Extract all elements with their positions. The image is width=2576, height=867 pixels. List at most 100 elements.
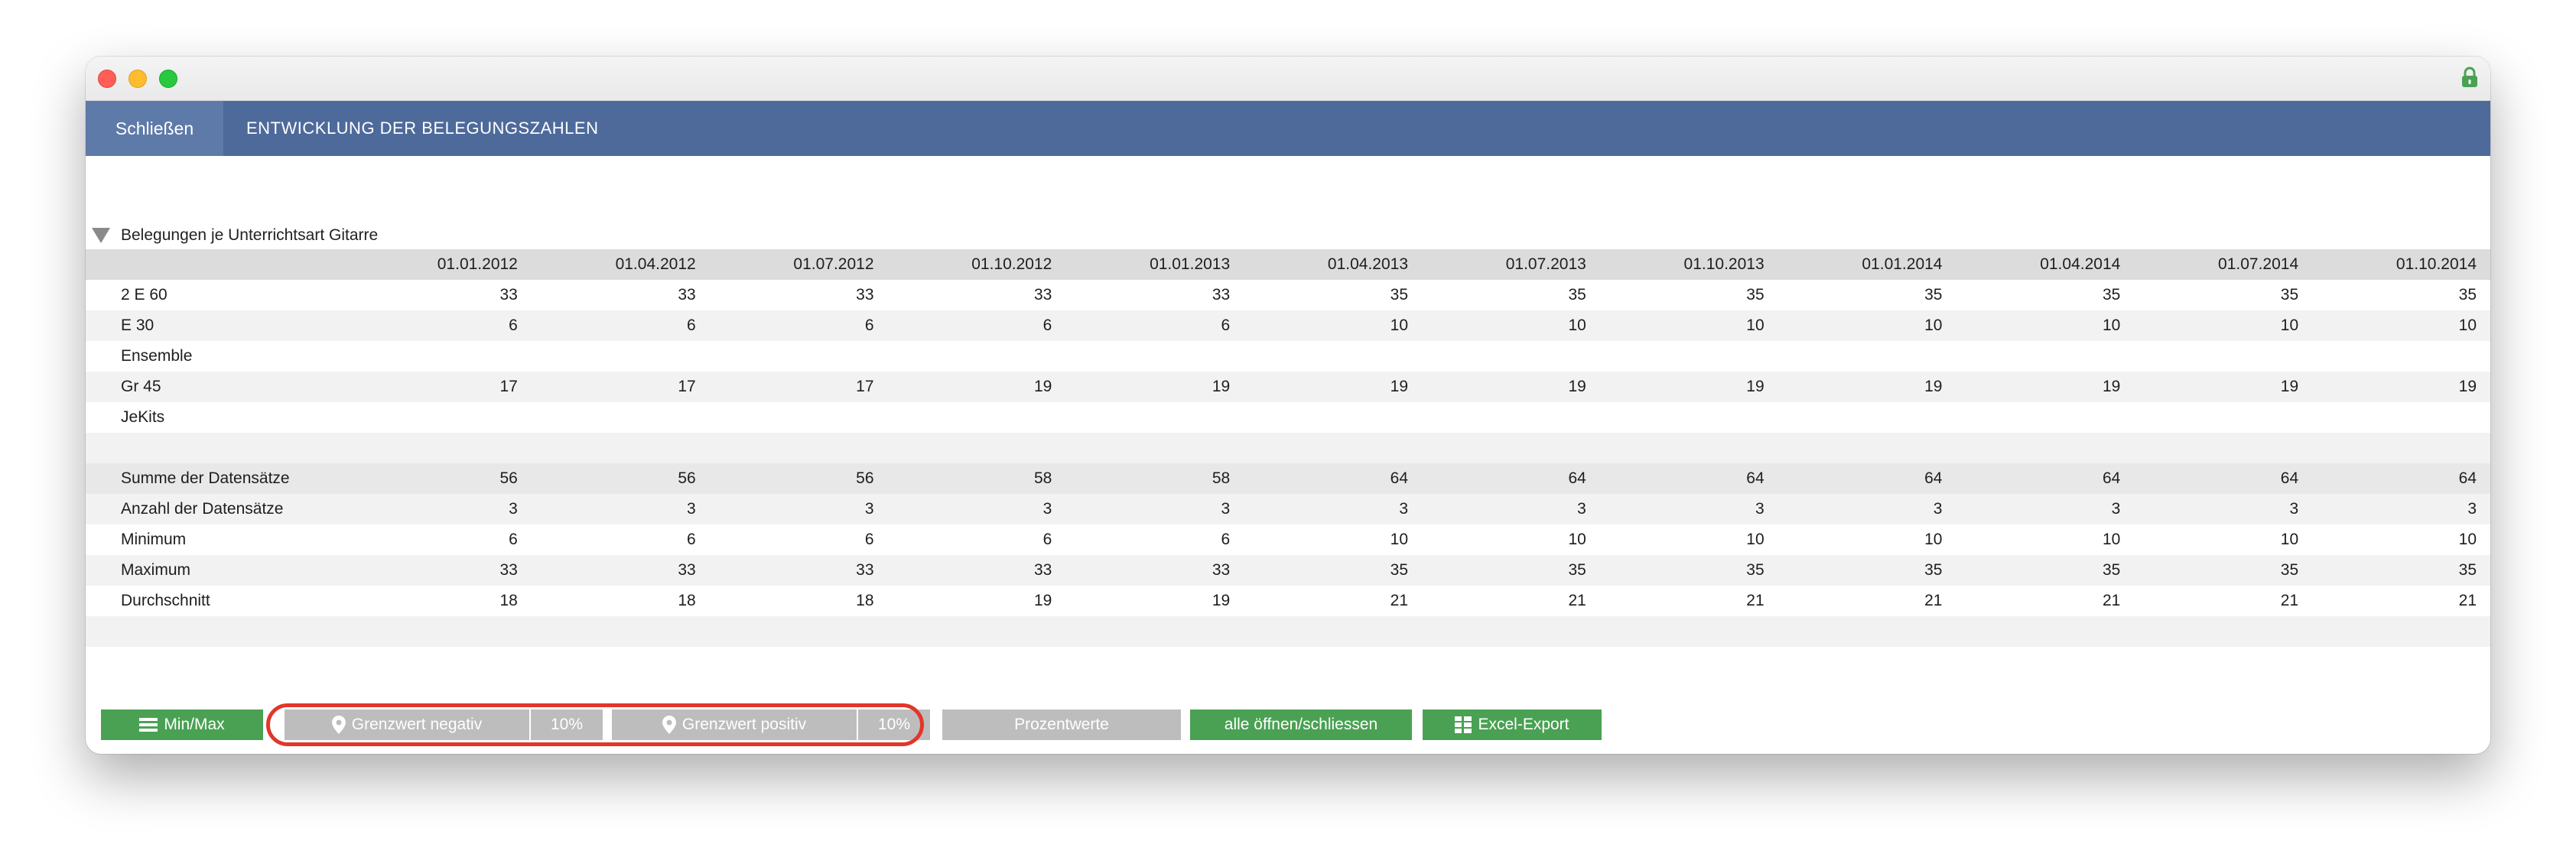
table-row: Summe der Datensätze 56 56 56 58 58 64 64 64 64 64… <box>86 463 2490 494</box>
section-header[interactable]: Belegungen je Unterrichtsart Gitarre <box>92 222 378 249</box>
table-cell: 58 <box>1065 463 1244 494</box>
column-header[interactable]: 01.04.2013 <box>1244 249 1422 280</box>
table-cell <box>1599 402 1778 433</box>
column-header[interactable]: 01.01.2014 <box>1778 249 1956 280</box>
table-row: Maximum 33 33 33 33 33 35 35 35 35 35 35 35 <box>86 555 2490 586</box>
row-label: 2 E 60 <box>86 280 354 310</box>
table-cell: 19 <box>1244 372 1422 402</box>
row-label: Ensemble <box>86 341 354 372</box>
close-button[interactable]: Schließen <box>86 101 223 156</box>
table-cell: 10 <box>2134 524 2313 555</box>
table-cell: 17 <box>353 372 532 402</box>
table-cell: 58 <box>887 463 1066 494</box>
table-cell <box>1778 433 1956 463</box>
section-title: Belegungen je Unterrichtsart Gitarre <box>121 226 379 244</box>
table-cell: 10 <box>2312 310 2490 341</box>
table-cell: 6 <box>709 310 888 341</box>
threshold-positive-button[interactable]: Grenzwert positiv <box>612 710 857 740</box>
table-cell: 6 <box>709 524 888 555</box>
table-cell: 56 <box>531 463 710 494</box>
table-cell <box>1065 402 1244 433</box>
table-cell: 56 <box>353 463 532 494</box>
table-cell <box>1422 341 1600 372</box>
row-label <box>86 616 354 647</box>
table-cell: 10 <box>2134 310 2313 341</box>
table-cell: 10 <box>1956 524 2135 555</box>
table-cell: 19 <box>1599 372 1778 402</box>
map-pin-icon <box>662 716 676 734</box>
table-cell <box>709 616 888 647</box>
percent-values-button[interactable]: Prozentwerte <box>942 710 1181 740</box>
page-title: ENTWICKLUNG DER BELEGUNGSZAHLEN <box>246 119 599 138</box>
minmax-button[interactable]: Min/Max <box>101 710 263 740</box>
table-cell: 33 <box>531 555 710 586</box>
table-cell <box>1065 433 1244 463</box>
column-header[interactable]: 01.04.2014 <box>1956 249 2135 280</box>
table-cell <box>2134 433 2313 463</box>
column-header[interactable]: 01.07.2012 <box>709 249 888 280</box>
table-cell: 33 <box>1065 280 1244 310</box>
column-header[interactable]: 01.04.2012 <box>531 249 710 280</box>
table-cell: 33 <box>709 555 888 586</box>
table-cell <box>1778 616 1956 647</box>
table-cell: 64 <box>1422 463 1600 494</box>
column-header[interactable]: 01.10.2013 <box>1599 249 1778 280</box>
table-cell <box>1599 341 1778 372</box>
table-cell: 35 <box>2134 280 2313 310</box>
threshold-negative-value[interactable]: 10% <box>529 710 603 740</box>
table-cell: 33 <box>887 555 1066 586</box>
table-cell: 10 <box>1956 310 2135 341</box>
table-cell: 3 <box>709 494 888 524</box>
table-row: Durchschnitt 18 18 18 19 19 21 21 21 21 21 21 21 <box>86 586 2490 616</box>
table-row: Gr 45 17 17 17 19 19 19 19 19 19 19 19 19 <box>86 372 2490 402</box>
table-cell <box>1599 616 1778 647</box>
column-header[interactable]: 01.07.2014 <box>2134 249 2313 280</box>
table-cell: 6 <box>531 310 710 341</box>
table-cell: 3 <box>887 494 1066 524</box>
threshold-negative-button[interactable]: Grenzwert negativ <box>285 710 529 740</box>
table-cell: 19 <box>1422 372 1600 402</box>
table-cell: 6 <box>353 524 532 555</box>
table-row: E 30 6 6 6 6 6 10 10 10 10 10 10 10 <box>86 310 2490 341</box>
table-cell <box>709 402 888 433</box>
table-cell <box>2134 402 2313 433</box>
column-header[interactable]: 01.07.2013 <box>1422 249 1600 280</box>
excel-export-button[interactable]: Excel-Export <box>1423 710 1602 740</box>
table-cell <box>2312 433 2490 463</box>
table-cell: 6 <box>1065 310 1244 341</box>
table-cell <box>2312 402 2490 433</box>
window-maximize-button[interactable] <box>159 70 177 88</box>
table-cell <box>1065 341 1244 372</box>
title-bar <box>86 57 2490 101</box>
table-cell: 35 <box>2312 280 2490 310</box>
table-cell <box>1244 433 1422 463</box>
column-header[interactable]: 01.01.2013 <box>1065 249 1244 280</box>
table-cell <box>353 341 532 372</box>
expand-collapse-all-button[interactable]: alle öffnen/schliessen <box>1190 710 1412 740</box>
nav-bar: Schließen ENTWICKLUNG DER BELEGUNGSZAHLE… <box>86 101 2490 156</box>
table-cell <box>531 402 710 433</box>
table-cell: 33 <box>887 280 1066 310</box>
table-cell: 19 <box>2134 372 2313 402</box>
column-header[interactable]: 01.10.2012 <box>887 249 1066 280</box>
column-header[interactable]: 01.01.2012 <box>353 249 532 280</box>
disclosure-triangle-icon[interactable] <box>92 228 110 243</box>
table-cell <box>2312 341 2490 372</box>
table-cell: 64 <box>2312 463 2490 494</box>
table-cell <box>2312 616 2490 647</box>
row-label: Durchschnitt <box>86 586 354 616</box>
table-cell <box>1778 402 1956 433</box>
excel-export-label: Excel-Export <box>1478 716 1569 733</box>
threshold-positive-label: Grenzwert positiv <box>681 716 807 733</box>
threshold-positive-value[interactable]: 10% <box>857 710 930 740</box>
window-minimize-button[interactable] <box>128 70 147 88</box>
table-cell: 35 <box>1956 555 2135 586</box>
window-close-button[interactable] <box>98 70 116 88</box>
table-cell: 64 <box>1599 463 1778 494</box>
table-cell <box>1956 341 2135 372</box>
row-label: Summe der Datensätze <box>86 463 354 494</box>
table-cell: 10 <box>1599 524 1778 555</box>
table-cell <box>1065 616 1244 647</box>
column-header[interactable]: 01.10.2014 <box>2312 249 2490 280</box>
table-cell: 3 <box>2312 494 2490 524</box>
